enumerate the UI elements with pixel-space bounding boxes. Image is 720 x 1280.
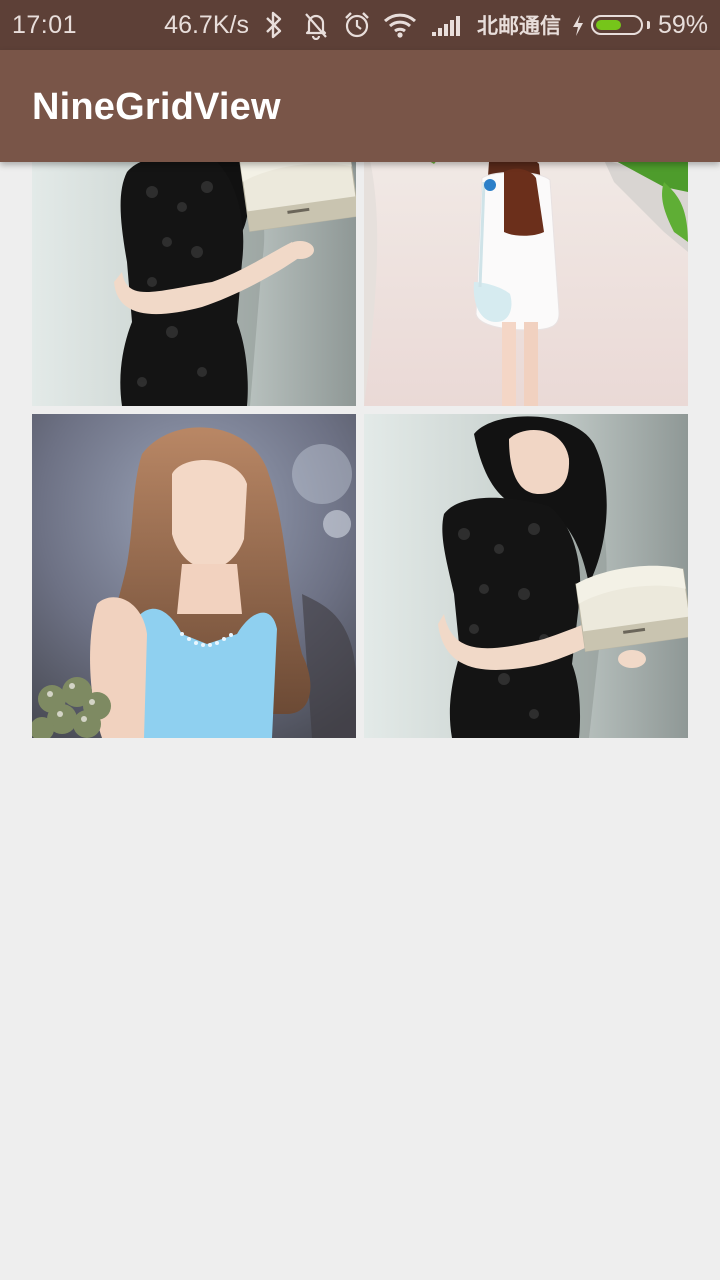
- status-bar: 17:01 46.7K/s 北邮通信 59%: [0, 0, 720, 50]
- screen: 17:01 46.7K/s 北邮通信 59% NineGridView: [0, 0, 720, 1280]
- wifi-icon: [383, 10, 417, 40]
- silent-bell-icon: [303, 10, 329, 40]
- charging-icon: [571, 10, 585, 40]
- battery-level: [595, 20, 621, 30]
- status-time: 17:01: [12, 11, 78, 39]
- battery-tip: [646, 21, 650, 29]
- battery-icon: [590, 15, 643, 35]
- grid-image-4[interactable]: [364, 414, 688, 738]
- bluetooth-icon: [263, 10, 289, 40]
- app-bar: NineGridView: [0, 50, 720, 162]
- signal-icon: [431, 10, 463, 40]
- carrier-name: 北邮通信: [476, 14, 561, 38]
- photo-woman-black-dress: [364, 414, 688, 738]
- grid-image-3[interactable]: [32, 414, 356, 738]
- page-title: NineGridView: [32, 86, 281, 128]
- battery-percent: 59%: [657, 10, 708, 39]
- alarm-icon: [343, 10, 369, 40]
- network-speed: 46.7K/s: [164, 10, 249, 39]
- status-icons: 46.7K/s 北邮通信 59%: [164, 0, 708, 50]
- photo-woman-blue-dress: [32, 414, 356, 738]
